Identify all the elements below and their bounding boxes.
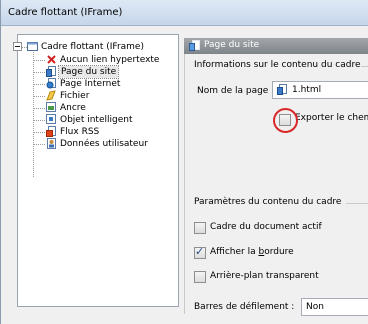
tree-connector bbox=[33, 108, 45, 109]
page-name-select[interactable]: 1.html bbox=[272, 81, 368, 99]
internet-page-icon bbox=[46, 78, 57, 89]
tree-root-label: Cadre flottant (IFrame) bbox=[41, 42, 144, 52]
highlight-circle bbox=[273, 108, 298, 133]
section-header: Page du site bbox=[184, 38, 368, 54]
tree-connector bbox=[33, 72, 45, 73]
check-mark-icon: ✓ bbox=[195, 245, 205, 258]
rss-icon bbox=[46, 126, 57, 137]
tree-item-label: Flux RSS bbox=[60, 127, 100, 137]
tree-connector bbox=[33, 60, 45, 61]
category-tree[interactable]: Cadre flottant (IFrame) Aucun lien hyper… bbox=[13, 34, 179, 307]
tree-connector bbox=[33, 84, 45, 85]
tree-item-label: Page Internet bbox=[60, 79, 121, 89]
transparent-background-label[interactable]: Arrière-plan transparent bbox=[210, 271, 319, 281]
tree-connector bbox=[33, 120, 45, 121]
active-document-frame-checkbox[interactable]: ✓ bbox=[194, 222, 206, 234]
scrollbars-select[interactable]: Non bbox=[301, 298, 368, 316]
tree-item-label: Objet intelligent bbox=[60, 115, 133, 125]
group-divider bbox=[361, 66, 368, 67]
file-icon bbox=[46, 90, 57, 101]
tree-item-label: Ancre bbox=[60, 103, 86, 113]
active-document-frame-label[interactable]: Cadre du document actif bbox=[210, 222, 322, 232]
user-data-icon bbox=[46, 138, 57, 149]
site-page-icon bbox=[189, 40, 201, 52]
title-bar: Cadre flottant (IFrame) bbox=[1, 0, 368, 26]
window-title: Cadre flottant (IFrame) bbox=[8, 7, 123, 18]
settings-group-title: Paramètres du contenu du cadre bbox=[194, 197, 342, 207]
tree-connector bbox=[33, 96, 45, 97]
site-page-icon bbox=[277, 84, 288, 96]
show-border-label[interactable]: Afficher la bordure bbox=[210, 247, 294, 257]
tree-connector bbox=[33, 132, 45, 133]
scrollbars-label: Barres de défilement : bbox=[194, 302, 295, 312]
collapse-toggle[interactable] bbox=[13, 42, 22, 51]
export-path-label[interactable]: Exporter le chem bbox=[295, 113, 368, 123]
no-link-icon bbox=[46, 54, 57, 65]
tree-item-label: Données utilisateur bbox=[60, 139, 148, 149]
group-divider bbox=[346, 203, 368, 204]
tree-item-label: Fichier bbox=[60, 91, 90, 101]
tree-item-label: Aucun lien hypertexte bbox=[60, 55, 160, 65]
tree-connector bbox=[33, 47, 34, 177]
section-header-label: Page du site bbox=[204, 40, 260, 50]
dialog-window: Cadre flottant (IFrame) Cadre flottant (… bbox=[0, 0, 368, 324]
transparent-background-checkbox[interactable]: ✓ bbox=[194, 271, 206, 283]
tree-item-label: Page du site bbox=[57, 65, 120, 79]
info-group-title: Informations sur le contenu du cadre bbox=[194, 60, 361, 70]
tree-connector bbox=[33, 144, 45, 145]
scrollbars-value: Non bbox=[306, 302, 324, 312]
anchor-icon bbox=[46, 102, 57, 113]
smart-object-icon bbox=[46, 114, 57, 125]
show-border-checkbox[interactable]: ✓ bbox=[194, 245, 206, 259]
frame-icon bbox=[27, 41, 38, 52]
page-name-value: 1.html bbox=[292, 85, 322, 95]
page-name-label: Nom de la page : bbox=[197, 86, 275, 96]
site-page-icon bbox=[46, 66, 57, 77]
